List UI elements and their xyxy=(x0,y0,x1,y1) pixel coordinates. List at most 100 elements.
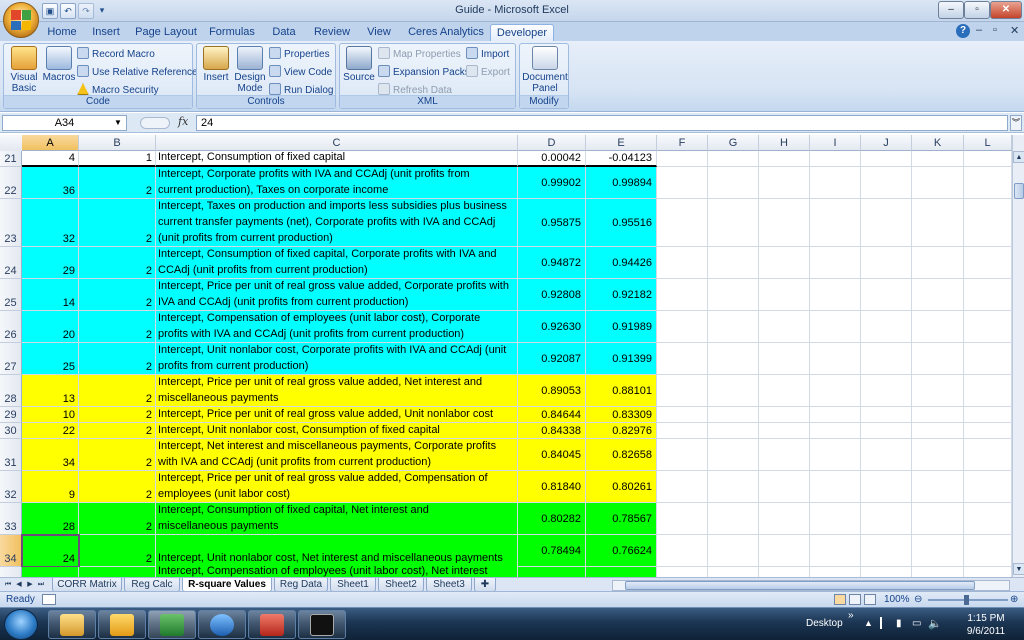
cell-e-29[interactable]: 0.83309 xyxy=(586,407,657,423)
page-break-view-icon[interactable] xyxy=(864,594,876,605)
empty-cell[interactable] xyxy=(964,311,1012,343)
cell-c-33[interactable]: Intercept, Consumption of fixed capital,… xyxy=(156,503,518,535)
cell-b-27[interactable]: 2 xyxy=(79,343,156,375)
empty-cell[interactable] xyxy=(759,279,810,311)
insert-function-icon[interactable]: fx xyxy=(178,115,188,128)
cell-d-24[interactable]: 0.94872 xyxy=(518,247,586,279)
pdf-taskbar-button[interactable] xyxy=(248,610,296,639)
cell-c-26[interactable]: Intercept, Compensation of employees (un… xyxy=(156,311,518,343)
empty-cell[interactable] xyxy=(964,167,1012,199)
excel-taskbar-button[interactable] xyxy=(148,610,196,639)
empty-cell[interactable] xyxy=(964,199,1012,247)
empty-cell[interactable] xyxy=(964,503,1012,535)
empty-cell[interactable] xyxy=(759,423,810,439)
empty-cell[interactable] xyxy=(912,567,964,577)
cell-a-29[interactable]: 10 xyxy=(22,407,79,423)
row-header-25[interactable]: 25 xyxy=(0,279,22,311)
cell-a-26[interactable]: 20 xyxy=(22,311,79,343)
network-icon[interactable]: ▮ xyxy=(896,618,902,629)
page-layout-view-icon[interactable] xyxy=(849,594,861,605)
cell-a-31[interactable]: 34 xyxy=(22,439,79,471)
tab-formulas[interactable]: Formulas xyxy=(206,24,258,41)
tab-developer[interactable]: Developer xyxy=(490,24,554,41)
cell-e-33[interactable]: 0.78567 xyxy=(586,503,657,535)
empty-cell[interactable] xyxy=(912,375,964,407)
cell-d-25[interactable]: 0.92808 xyxy=(518,279,586,311)
empty-cell[interactable] xyxy=(657,199,708,247)
empty-cell[interactable] xyxy=(657,375,708,407)
empty-cell[interactable] xyxy=(912,439,964,471)
empty-cell[interactable] xyxy=(708,471,759,503)
row-header-partial[interactable] xyxy=(0,567,22,577)
cell-e-partial[interactable] xyxy=(586,567,657,577)
empty-cell[interactable] xyxy=(912,279,964,311)
first-sheet-icon[interactable]: ⏮ xyxy=(3,579,13,591)
cell-c-28[interactable]: Intercept, Price per unit of real gross … xyxy=(156,375,518,407)
empty-cell[interactable] xyxy=(657,311,708,343)
command-prompt-taskbar-button[interactable] xyxy=(298,610,346,639)
empty-cell[interactable] xyxy=(861,199,912,247)
empty-cell[interactable] xyxy=(861,151,912,167)
empty-cell[interactable] xyxy=(912,423,964,439)
outlook-taskbar-button[interactable] xyxy=(98,610,146,639)
customize-qat-button[interactable]: ▾ xyxy=(96,3,108,19)
cell-c-29[interactable]: Intercept, Price per unit of real gross … xyxy=(156,407,518,423)
column-header-k[interactable]: K xyxy=(912,135,964,151)
zoom-slider-thumb[interactable] xyxy=(964,595,969,605)
minimize-button[interactable]: – xyxy=(938,1,964,19)
sheet-tab-sheet3[interactable]: Sheet3 xyxy=(426,578,472,592)
cell-d-31[interactable]: 0.84045 xyxy=(518,439,586,471)
cell-c-21[interactable]: Intercept, Consumption of fixed capital xyxy=(156,151,518,167)
cell-b-23[interactable]: 2 xyxy=(79,199,156,247)
empty-cell[interactable] xyxy=(861,311,912,343)
empty-cell[interactable] xyxy=(912,407,964,423)
empty-cell[interactable] xyxy=(912,471,964,503)
empty-cell[interactable] xyxy=(657,503,708,535)
cell-e-34[interactable]: 0.76624 xyxy=(586,535,657,567)
empty-cell[interactable] xyxy=(810,439,861,471)
empty-cell[interactable] xyxy=(708,439,759,471)
tab-insert[interactable]: Insert xyxy=(86,24,126,41)
cell-a-33[interactable]: 28 xyxy=(22,503,79,535)
scroll-up-icon[interactable]: ▲ xyxy=(1013,151,1024,163)
empty-cell[interactable] xyxy=(759,375,810,407)
cell-a-partial[interactable] xyxy=(22,567,79,577)
zoom-level[interactable]: 100% xyxy=(884,594,910,605)
sheet-tab-r-square-values[interactable]: R-square Values xyxy=(182,578,272,592)
empty-cell[interactable] xyxy=(964,567,1012,577)
source-button[interactable]: Source xyxy=(343,46,375,83)
restore-button[interactable]: ▫ xyxy=(964,1,990,19)
workbook-minimize-button[interactable]: – xyxy=(976,24,982,36)
tab-view[interactable]: View xyxy=(362,24,396,41)
battery-icon[interactable]: ▭ xyxy=(912,618,921,629)
empty-cell[interactable] xyxy=(708,567,759,577)
cell-e-27[interactable]: 0.91399 xyxy=(586,343,657,375)
empty-cell[interactable] xyxy=(759,343,810,375)
cell-e-23[interactable]: 0.95516 xyxy=(586,199,657,247)
cell-e-31[interactable]: 0.82658 xyxy=(586,439,657,471)
empty-cell[interactable] xyxy=(861,567,912,577)
empty-cell[interactable] xyxy=(964,535,1012,567)
empty-cell[interactable] xyxy=(657,567,708,577)
empty-cell[interactable] xyxy=(861,167,912,199)
cell-e-26[interactable]: 0.91989 xyxy=(586,311,657,343)
empty-cell[interactable] xyxy=(708,311,759,343)
empty-cell[interactable] xyxy=(964,343,1012,375)
empty-cell[interactable] xyxy=(810,407,861,423)
insert-controls-button[interactable]: Insert xyxy=(200,46,232,83)
cell-b-26[interactable]: 2 xyxy=(79,311,156,343)
tab-home[interactable]: Home xyxy=(42,24,82,41)
last-sheet-icon[interactable]: ⏭ xyxy=(36,579,46,591)
tab-data[interactable]: Data xyxy=(266,24,302,41)
cell-e-21[interactable]: -0.04123 xyxy=(586,151,657,167)
office-button[interactable] xyxy=(3,2,39,38)
empty-cell[interactable] xyxy=(708,167,759,199)
macro-record-status-icon[interactable] xyxy=(42,594,56,605)
cell-b-22[interactable]: 2 xyxy=(79,167,156,199)
empty-cell[interactable] xyxy=(861,407,912,423)
clock-date[interactable]: 9/6/2011 xyxy=(964,626,1008,637)
prev-sheet-icon[interactable]: ◀ xyxy=(14,579,24,591)
column-header-f[interactable]: F xyxy=(657,135,708,151)
empty-cell[interactable] xyxy=(810,535,861,567)
column-header-g[interactable]: G xyxy=(708,135,759,151)
